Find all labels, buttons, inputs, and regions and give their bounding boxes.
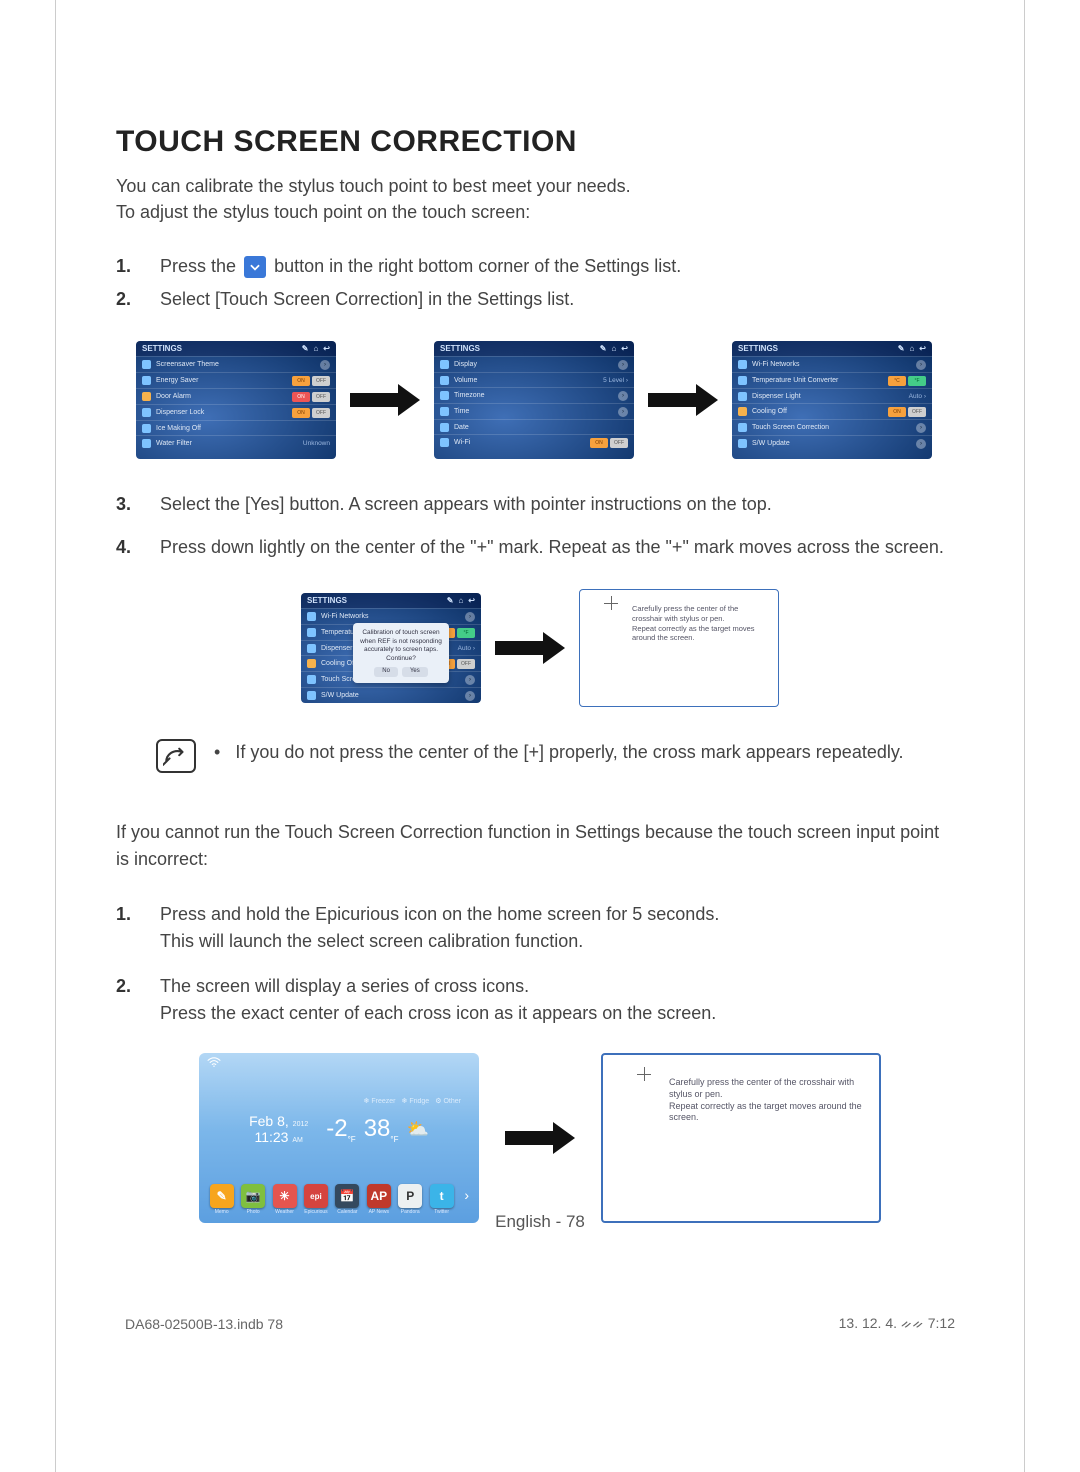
crosshair-icon bbox=[604, 596, 619, 611]
settings-row[interactable]: Touch Screen Correction› bbox=[732, 419, 932, 435]
dialog-no-button[interactable]: No bbox=[374, 667, 398, 677]
alt-step-1: 1. Press and hold the Epicurious icon on… bbox=[116, 901, 964, 955]
step-1: 1. Press the button in the right bottom … bbox=[116, 253, 964, 280]
screenshot-row-3: ❄ Freezer ❄ Fridge ⚙ Other Feb 8, 2012 1… bbox=[116, 1053, 964, 1223]
settings-row[interactable]: S/W Update› bbox=[732, 435, 932, 451]
crosshair-icon bbox=[637, 1067, 652, 1082]
down-check-icon bbox=[244, 256, 266, 278]
step-2: 2. Select [Touch Screen Correction] in t… bbox=[116, 286, 964, 313]
app-pandora[interactable]: PPandora bbox=[398, 1184, 423, 1215]
settings-screenshot-3: SETTINGS✎⌂↩ Wi-Fi Networks›Temperature U… bbox=[732, 341, 932, 459]
dialog-yes-button[interactable]: Yes bbox=[402, 667, 428, 677]
home-icon: ⌂ bbox=[313, 344, 318, 353]
calibration-screen-large: Carefully press the center of the crossh… bbox=[601, 1053, 881, 1223]
app-memo[interactable]: ✎Memo bbox=[209, 1184, 234, 1215]
settings-with-dialog: SETTINGS✎⌂↩ Wi-Fi Networks›Temperature U… bbox=[301, 593, 481, 703]
header-icons: ✎ ⌂ ↩ bbox=[297, 344, 330, 353]
wifi-icon bbox=[207, 1057, 221, 1067]
settings-row[interactable]: Ice Making Off bbox=[136, 420, 336, 435]
page-footer-center: English - 78 bbox=[0, 1212, 1080, 1232]
settings-row[interactable]: Dispenser LightAuto › bbox=[732, 388, 932, 403]
intro-line-1: You can calibrate the stylus touch point… bbox=[116, 176, 631, 196]
step-4: 4. Press down lightly on the center of t… bbox=[116, 534, 964, 561]
alt-step-2: 2. The screen will display a series of c… bbox=[116, 973, 964, 1027]
weather-icon: ⛅ bbox=[406, 1119, 428, 1140]
calibration-instructions: Carefully press the center of the crossh… bbox=[669, 1077, 863, 1124]
screenshot-row-1: SETTINGS✎⌂↩ Screensaver Theme›Energy Sav… bbox=[136, 341, 964, 459]
home-screen-screenshot: ❄ Freezer ❄ Fridge ⚙ Other Feb 8, 2012 1… bbox=[199, 1053, 479, 1223]
settings-row[interactable]: Wi-FiONOFF bbox=[434, 434, 634, 450]
app-weather[interactable]: ☀Weather bbox=[272, 1184, 297, 1215]
arrow-icon bbox=[350, 387, 420, 413]
note: • If you do not press the center of the … bbox=[156, 739, 964, 773]
arrow-icon bbox=[648, 387, 718, 413]
app-ap news[interactable]: APAP News bbox=[366, 1184, 391, 1215]
settings-row[interactable]: Door AlarmONOFF bbox=[136, 388, 336, 404]
note-text: • If you do not press the center of the … bbox=[214, 739, 904, 765]
status-bar bbox=[199, 1053, 479, 1071]
steps-group-3: 1. Press and hold the Epicurious icon on… bbox=[116, 901, 964, 1027]
home-temperatures: -2°F 38°F ⛅ bbox=[326, 1113, 429, 1145]
page: TOUCH SCREEN CORRECTION You can calibrat… bbox=[55, 0, 1025, 1472]
step-number: 2. bbox=[116, 286, 144, 313]
step-number: 1. bbox=[116, 253, 144, 280]
settings-row[interactable]: Date bbox=[434, 419, 634, 434]
settings-screenshot-2: SETTINGS✎⌂↩ Display›Volume5 Level ›Timez… bbox=[434, 341, 634, 459]
app-dock: ✎Memo📷Photo ☀WeatherepiEpicurious 📅Calenda… bbox=[209, 1175, 469, 1215]
step-3: 3. Select the [Yes] button. A screen app… bbox=[116, 491, 964, 518]
home-date-time: Feb 8, 2012 11:23 AM bbox=[249, 1113, 308, 1145]
mini-status-icons: ❄ Freezer ❄ Fridge ⚙ Other bbox=[363, 1097, 461, 1105]
settings-row[interactable]: Screensaver Theme› bbox=[136, 356, 336, 372]
page-footer-right: 13. 12. 4. ᨀᨀ 7:12 bbox=[839, 1315, 955, 1332]
confirm-dialog: Calibration of touch screen when REF is … bbox=[353, 623, 449, 683]
settings-row[interactable]: Dispenser LockONOFF bbox=[136, 404, 336, 420]
page-footer-left: DA68-02500B-13.indb 78 bbox=[125, 1316, 283, 1332]
app-photo[interactable]: 📷Photo bbox=[240, 1184, 265, 1215]
section-title: TOUCH SCREEN CORRECTION bbox=[116, 125, 964, 159]
step-text: Press the button in the right bottom cor… bbox=[160, 253, 681, 280]
steps-group-2: 3. Select the [Yes] button. A screen app… bbox=[116, 491, 964, 561]
intro-paragraph: You can calibrate the stylus touch point… bbox=[116, 173, 964, 225]
edit-icon: ✎ bbox=[302, 344, 309, 353]
settings-screenshot-1: SETTINGS✎⌂↩ Screensaver Theme›Energy Sav… bbox=[136, 341, 336, 459]
calibration-screen-small: Carefully press the center of the crossh… bbox=[579, 589, 779, 707]
settings-row[interactable]: Display› bbox=[434, 356, 634, 372]
note-icon bbox=[156, 739, 196, 773]
settings-row[interactable]: Wi-Fi Networks› bbox=[301, 608, 481, 624]
arrow-icon bbox=[495, 635, 565, 661]
intro-line-2: To adjust the stylus touch point on the … bbox=[116, 202, 530, 222]
settings-row[interactable]: Time› bbox=[434, 403, 634, 419]
settings-row[interactable]: Energy SaverONOFF bbox=[136, 372, 336, 388]
settings-row[interactable]: Wi-Fi Networks› bbox=[732, 356, 932, 372]
steps-group-1: 1. Press the button in the right bottom … bbox=[116, 253, 964, 313]
settings-row[interactable]: Water FilterUnknown bbox=[136, 435, 336, 450]
app-twitter[interactable]: tTwitter bbox=[429, 1184, 454, 1215]
dock-next-icon[interactable]: › bbox=[464, 1187, 469, 1203]
settings-row[interactable]: Cooling OffONOFF bbox=[732, 403, 932, 419]
settings-row[interactable]: S/W Update› bbox=[301, 687, 481, 703]
app-calendar[interactable]: 📅Calendar bbox=[335, 1184, 360, 1215]
arrow-icon bbox=[505, 1125, 575, 1151]
back-icon: ↩ bbox=[323, 344, 330, 353]
settings-row[interactable]: Timezone› bbox=[434, 387, 634, 403]
settings-row[interactable]: Volume5 Level › bbox=[434, 372, 634, 387]
step-text: Select [Touch Screen Correction] in the … bbox=[160, 286, 574, 313]
paragraph-alt-method: If you cannot run the Touch Screen Corre… bbox=[116, 819, 964, 873]
settings-row[interactable]: Temperature Unit Converter°C°F bbox=[732, 372, 932, 388]
app-epicurious[interactable]: epiEpicurious bbox=[303, 1184, 328, 1215]
screenshot-row-2: SETTINGS✎⌂↩ Wi-Fi Networks›Temperature U… bbox=[116, 589, 964, 707]
calibration-instructions: Carefully press the center of the crossh… bbox=[632, 604, 766, 643]
